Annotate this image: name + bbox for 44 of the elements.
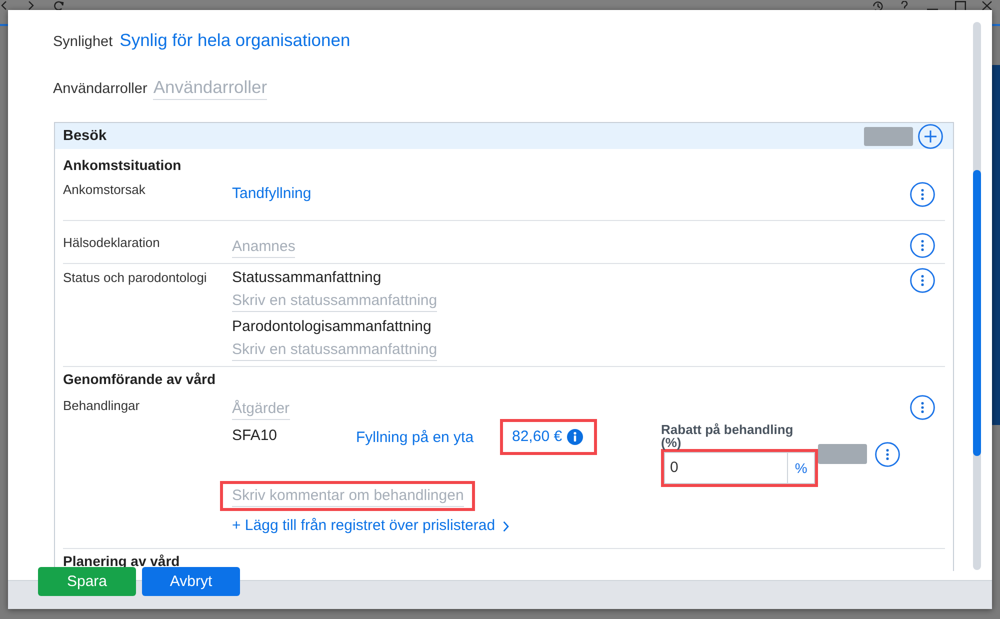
row-label: Hälsodeklaration xyxy=(63,235,160,251)
panel-title: Besök xyxy=(63,128,107,144)
refresh-icon[interactable] xyxy=(54,1,64,10)
kebab-menu-icon[interactable] xyxy=(910,395,935,420)
input-field[interactable]: Skriv en statussammanfattning xyxy=(232,340,438,361)
kebab-menu-icon[interactable] xyxy=(910,233,935,258)
section-title: Ankomstsituation xyxy=(62,156,182,175)
roles-label: Användarroller xyxy=(53,80,148,99)
chevron-right-icon xyxy=(503,520,510,532)
section-title: Genomförande av vård xyxy=(62,370,216,389)
history-icon[interactable] xyxy=(872,1,883,10)
visibility-label: Synlighet xyxy=(53,33,113,52)
input-field[interactable]: Skriv en statussammanfattning xyxy=(232,291,438,312)
scrollbar[interactable] xyxy=(973,22,981,570)
row-label: Status och parodontologi xyxy=(63,270,207,286)
info-icon[interactable] xyxy=(567,429,584,445)
close-icon[interactable] xyxy=(982,1,992,10)
add-from-registry-link[interactable]: + Lägg till från registret över prislisterad xyxy=(232,517,510,535)
input-field[interactable]: Anamnes xyxy=(232,237,296,258)
save-button[interactable]: Spara xyxy=(38,567,136,596)
plus-circle-icon[interactable] xyxy=(918,124,943,148)
comment-field[interactable]: Skriv kommentar om behandlingen xyxy=(232,486,464,507)
maximize-icon[interactable] xyxy=(955,1,966,10)
summary-title: Parodontologisammanfattning xyxy=(232,317,432,337)
visibility-link[interactable]: Synlig för hela organisationen xyxy=(120,28,350,52)
value-link[interactable]: Tandfyllning xyxy=(232,184,312,204)
input-field[interactable]: Åtgärder xyxy=(232,399,290,420)
treatment-name-link[interactable]: Fyllning på en yta xyxy=(356,429,474,446)
summary-title: Statussammanfattning xyxy=(232,268,382,288)
roles-field[interactable]: Användarroller xyxy=(153,76,268,100)
row-label: Ankomstorsak xyxy=(63,182,146,198)
scrollbar-thumb[interactable] xyxy=(973,170,981,456)
kebab-menu-icon[interactable] xyxy=(910,268,935,293)
treatment-code: SFA10 xyxy=(232,427,278,444)
price-text: 82,60 € xyxy=(512,427,562,447)
cancel-button[interactable]: Avbryt xyxy=(142,567,240,596)
discount-field[interactable]: 0 % xyxy=(664,452,816,484)
help-icon[interactable] xyxy=(901,1,908,10)
kebab-menu-icon[interactable] xyxy=(910,182,935,207)
discount-label: Rabatt på behandling (%) xyxy=(661,423,794,449)
back-icon[interactable] xyxy=(1,1,7,10)
row-label: Behandlingar xyxy=(63,398,140,414)
forward-icon[interactable] xyxy=(28,1,34,10)
kebab-menu-icon[interactable] xyxy=(875,442,900,467)
